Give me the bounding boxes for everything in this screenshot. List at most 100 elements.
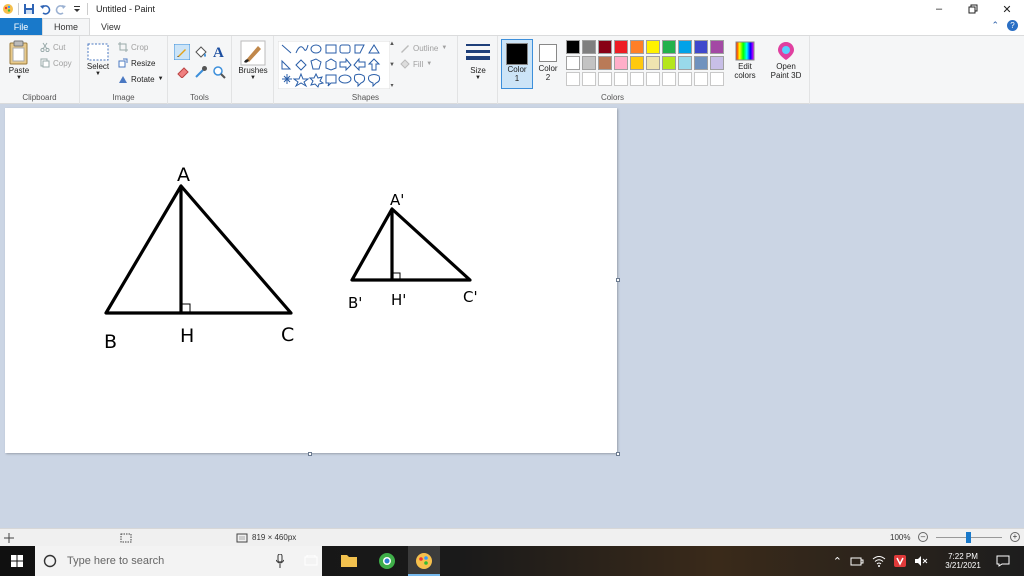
fill-label: Fill bbox=[413, 59, 424, 69]
resize-handle-right[interactable] bbox=[616, 278, 620, 282]
resize-handle-corner[interactable] bbox=[616, 452, 620, 456]
vivaldi-tray-icon[interactable] bbox=[894, 555, 906, 567]
zoom-slider-thumb[interactable] bbox=[966, 532, 971, 543]
palette-color-swatch[interactable] bbox=[582, 56, 596, 70]
select-button[interactable]: Select ▼ bbox=[84, 42, 112, 77]
line-size-icon bbox=[466, 44, 490, 60]
palette-custom-slot[interactable] bbox=[630, 72, 644, 86]
select-dropdown-icon: ▼ bbox=[95, 71, 101, 77]
palette-color-swatch[interactable] bbox=[694, 56, 708, 70]
palette-color-swatch[interactable] bbox=[662, 40, 676, 54]
palette-color-swatch[interactable] bbox=[646, 56, 660, 70]
shapes-gallery[interactable] bbox=[278, 41, 390, 89]
palette-custom-slot[interactable] bbox=[678, 72, 692, 86]
palette-color-swatch[interactable] bbox=[566, 56, 580, 70]
cut-button[interactable]: Cut bbox=[40, 42, 65, 52]
minimize-button[interactable]: – bbox=[922, 0, 956, 18]
show-hidden-icons[interactable]: ⌃ bbox=[833, 555, 842, 568]
save-icon[interactable] bbox=[23, 3, 35, 15]
network-icon[interactable] bbox=[850, 555, 864, 567]
rotate-button[interactable]: Rotate ▼ bbox=[118, 74, 164, 84]
file-explorer-icon[interactable] bbox=[341, 553, 357, 567]
palette-custom-slot[interactable] bbox=[710, 72, 724, 86]
zoom-out-button[interactable]: – bbox=[918, 532, 928, 542]
paste-button[interactable]: Paste ▼ bbox=[4, 40, 34, 81]
palette-color-swatch[interactable] bbox=[694, 40, 708, 54]
brushes-label: Brushes bbox=[238, 66, 268, 75]
undo-icon[interactable] bbox=[39, 3, 51, 15]
color1-label-line2: 1 bbox=[514, 74, 520, 83]
copy-button[interactable]: Copy bbox=[40, 58, 72, 68]
drawing-canvas[interactable]: A B C H A' B' C' H' bbox=[5, 108, 617, 453]
palette-color-swatch[interactable] bbox=[662, 56, 676, 70]
color1-button[interactable]: Color 1 bbox=[501, 39, 533, 89]
pencil-icon[interactable] bbox=[174, 44, 190, 60]
tab-file[interactable]: File bbox=[0, 18, 42, 35]
edit-colors-label-line2: colors bbox=[734, 71, 756, 80]
palette-color-swatch[interactable] bbox=[630, 56, 644, 70]
volume-muted-icon[interactable] bbox=[914, 555, 928, 567]
palette-custom-slot[interactable] bbox=[646, 72, 660, 86]
text-icon[interactable]: A bbox=[212, 44, 226, 60]
palette-color-swatch[interactable] bbox=[582, 40, 596, 54]
zoom-in-button[interactable]: + bbox=[1010, 532, 1020, 542]
collapse-ribbon-icon[interactable]: ⌃ bbox=[991, 20, 999, 31]
palette-color-swatch[interactable] bbox=[598, 56, 612, 70]
crop-button[interactable]: Crop bbox=[118, 42, 148, 52]
palette-color-swatch[interactable] bbox=[614, 40, 628, 54]
palette-color-swatch[interactable] bbox=[678, 56, 692, 70]
task-view-icon[interactable] bbox=[304, 555, 318, 567]
label-c-prime: C' bbox=[463, 288, 478, 306]
tab-view[interactable]: View bbox=[90, 18, 131, 35]
resize-handle-bottom[interactable] bbox=[308, 452, 312, 456]
customize-toolbar-icon[interactable] bbox=[71, 3, 83, 15]
color-picker-icon[interactable] bbox=[194, 65, 208, 79]
wifi-icon[interactable] bbox=[872, 555, 886, 567]
palette-color-swatch[interactable] bbox=[614, 56, 628, 70]
label-a-prime: A' bbox=[390, 191, 404, 209]
crop-icon bbox=[118, 42, 128, 52]
notifications-icon[interactable] bbox=[996, 555, 1010, 567]
palette-color-swatch[interactable] bbox=[598, 40, 612, 54]
eraser-icon[interactable] bbox=[176, 66, 190, 78]
brushes-button[interactable]: Brushes ▼ bbox=[235, 40, 271, 81]
taskbar-search-box[interactable]: Type here to search bbox=[35, 546, 322, 576]
help-icon[interactable]: ? bbox=[1007, 20, 1018, 31]
palette-color-swatch[interactable] bbox=[646, 40, 660, 54]
palette-color-swatch[interactable] bbox=[678, 40, 692, 54]
palette-custom-slot[interactable] bbox=[598, 72, 612, 86]
clock[interactable]: 7:22 PM 3/21/2021 bbox=[938, 552, 988, 570]
outline-label: Outline bbox=[413, 43, 439, 53]
palette-color-swatch[interactable] bbox=[566, 40, 580, 54]
palette-custom-slot[interactable] bbox=[614, 72, 628, 86]
paint-taskbar-button[interactable] bbox=[408, 546, 440, 576]
fill-bucket-icon[interactable] bbox=[194, 45, 208, 59]
browser-app-icon[interactable] bbox=[378, 552, 396, 570]
palette-color-swatch[interactable] bbox=[710, 56, 724, 70]
size-button[interactable]: Size ▼ bbox=[462, 42, 494, 81]
fill-button[interactable]: Fill ▼ bbox=[400, 59, 432, 69]
color1-label-line1: Color bbox=[507, 65, 527, 74]
restore-button[interactable] bbox=[956, 0, 990, 18]
windows-start-icon[interactable] bbox=[11, 555, 23, 567]
restore-icon bbox=[968, 4, 978, 14]
palette-custom-slot[interactable] bbox=[566, 72, 580, 86]
palette-custom-slot[interactable] bbox=[582, 72, 596, 86]
color2-button[interactable]: Color 2 bbox=[534, 39, 562, 89]
tab-home[interactable]: Home bbox=[42, 18, 91, 35]
palette-color-swatch[interactable] bbox=[630, 40, 644, 54]
drawing-surface: A B C H A' B' C' H' bbox=[104, 164, 478, 353]
search-placeholder: Type here to search bbox=[67, 555, 165, 567]
outline-button[interactable]: Outline ▼ bbox=[400, 43, 447, 53]
magnifier-icon[interactable] bbox=[212, 65, 226, 79]
resize-button[interactable]: Resize bbox=[118, 58, 155, 68]
redo-icon[interactable] bbox=[55, 3, 67, 15]
palette-custom-slot[interactable] bbox=[662, 72, 676, 86]
edit-colors-button[interactable]: Edit colors bbox=[730, 40, 760, 80]
palette-custom-slot[interactable] bbox=[694, 72, 708, 86]
shapes-scroll-icon[interactable]: ▲ ▼ ▾ bbox=[388, 41, 396, 89]
microphone-icon[interactable] bbox=[276, 554, 284, 568]
close-button[interactable]: ✕ bbox=[990, 0, 1024, 18]
open-paint3d-button[interactable]: Open Paint 3D bbox=[766, 40, 806, 80]
palette-color-swatch[interactable] bbox=[710, 40, 724, 54]
